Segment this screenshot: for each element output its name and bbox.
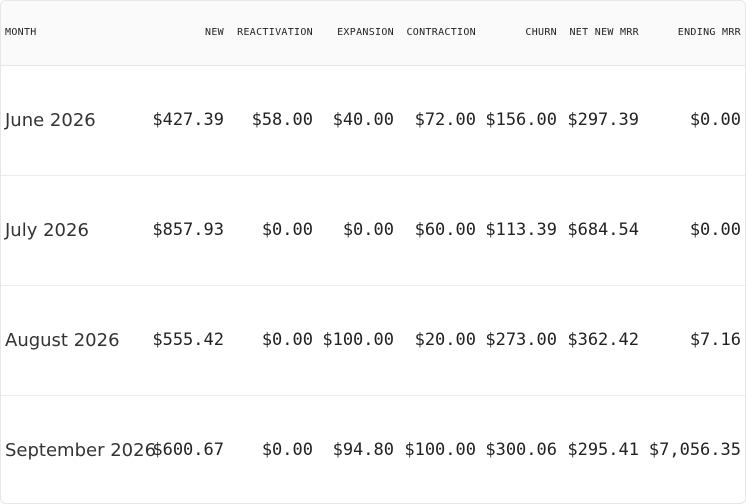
cell-contraction: $100.00 — [404, 440, 476, 461]
cell-net-new-mrr: $362.42 — [561, 285, 643, 396]
cell-reactivation: $0.00 — [228, 285, 317, 396]
cell-churn: $300.06 — [485, 440, 557, 461]
cell-net-new-mrr: $297.39 — [561, 65, 643, 176]
cell-reactivation: $0.00 — [228, 175, 317, 286]
cell-reactivation: $58.00 — [228, 65, 317, 176]
cell-month: July 2026 — [1, 175, 147, 286]
cell-ending-mrr: $0.00 — [643, 65, 745, 176]
header-ending-mrr[interactable]: ENDING MRR — [643, 1, 745, 66]
cell-expansion: $40.00 — [317, 65, 398, 176]
cell-churn: $113.39 — [480, 175, 561, 286]
table-header-row: MONTH NEW REACTIVATION EXPANSION CONTRAC… — [1, 1, 745, 66]
cell-expansion: $0.00 — [317, 175, 398, 286]
cell-reactivation: $0.00 — [261, 440, 313, 461]
cell-contraction: $72.00 — [398, 65, 480, 176]
table-row: August 2026 $555.42 $0.00 $100.00 $20.00… — [1, 285, 745, 396]
cell-new: $427.39 — [147, 65, 228, 176]
cell-month: June 2026 — [1, 65, 147, 176]
table-row: June 2026 $427.39 $58.00 $40.00 $72.00 $… — [1, 65, 745, 176]
table-row: July 2026 $857.93 $0.00 $0.00 $60.00 $11… — [1, 175, 745, 286]
table-row: September 2026 $600.67 $0.00 $94.80 $100… — [1, 395, 745, 503]
cell-net-new-mrr: $295.41 — [567, 440, 639, 461]
cell-expansion: $94.80 — [332, 440, 394, 461]
cell-ending-mrr: $7.16 — [643, 285, 745, 396]
cell-month: August 2026 — [1, 285, 147, 396]
mrr-table: MONTH NEW REACTIVATION EXPANSION CONTRAC… — [1, 1, 745, 503]
cell-new: $600.67 — [152, 440, 224, 461]
cell-contraction: $20.00 — [398, 285, 480, 396]
cell-new: $857.93 — [147, 175, 228, 286]
cell-ending-mrr: $7,056.35 — [648, 440, 741, 461]
header-new[interactable]: NEW — [147, 1, 228, 66]
cell-churn: $273.00 — [480, 285, 561, 396]
header-contraction[interactable]: CONTRACTION — [398, 1, 480, 66]
cell-new: $555.42 — [147, 285, 228, 396]
header-churn[interactable]: CHURN — [480, 1, 561, 66]
header-month[interactable]: MONTH — [1, 1, 147, 66]
header-reactivation[interactable]: REACTIVATION — [228, 1, 317, 66]
cell-net-new-mrr: $684.54 — [561, 175, 643, 286]
cell-churn: $156.00 — [480, 65, 561, 176]
cell-contraction: $60.00 — [398, 175, 480, 286]
mrr-table-card: MONTH NEW REACTIVATION EXPANSION CONTRAC… — [0, 0, 746, 504]
header-net-new-mrr[interactable]: NET NEW MRR — [561, 1, 643, 66]
header-expansion[interactable]: EXPANSION — [317, 1, 398, 66]
cell-month: September 2026 — [5, 439, 157, 461]
cell-expansion: $100.00 — [317, 285, 398, 396]
cell-ending-mrr: $0.00 — [643, 175, 745, 286]
